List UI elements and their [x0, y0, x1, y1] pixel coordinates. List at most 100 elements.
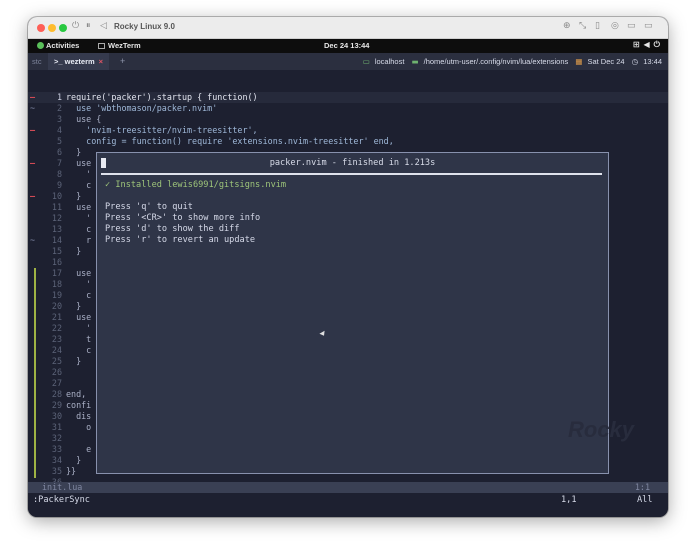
line-number: 35 — [51, 466, 62, 476]
prompt-icon: >_ — [54, 57, 65, 66]
line-number: 33 — [51, 444, 62, 454]
code-text: use — [66, 202, 92, 212]
code-text: } — [66, 356, 82, 366]
close-tab-icon[interactable]: × — [99, 57, 103, 66]
line-number: 7 — [56, 158, 62, 168]
line-number: 1 — [56, 92, 62, 102]
code-text: require('packer').startup { function() — [66, 92, 258, 102]
status-date: Sat Dec 24 — [587, 57, 625, 66]
tab-label: wezterm — [64, 57, 95, 66]
code-line[interactable]: – 4 'nvim-treesitter/nvim-treesitter', — [28, 125, 668, 136]
command-text: :PackerSync — [33, 495, 90, 505]
app-icon — [98, 43, 105, 49]
mouse-pointer-icon — [319, 330, 327, 338]
line-number: 12 — [51, 213, 62, 223]
statusline-position: 1:1 — [634, 482, 650, 492]
system-tray[interactable]: ⊞ ◀ ⏻ — [629, 40, 660, 50]
volume-icon: ◀ — [643, 40, 650, 49]
git-sign: – — [30, 191, 36, 201]
line-number: 34 — [51, 455, 62, 465]
code-text: config = function() require 'extensions.… — [66, 136, 394, 146]
line-number: 8 — [56, 169, 62, 179]
close-window-button[interactable] — [37, 24, 45, 32]
code-line[interactable]: ~2 use 'wbthomason/packer.nvim' — [28, 103, 668, 114]
terminal-tab-bar: stc >_ wezterm × + ▭ localhost ▬ /home/utm-… — [28, 53, 668, 70]
folder-icon: ▬ — [411, 57, 419, 66]
code-text: use — [66, 268, 92, 278]
network-icon: ⊞ — [632, 40, 640, 49]
vm-title: Rocky Linux 9.0 — [114, 22, 175, 31]
vim-statusline: init.lua 1:1 — [28, 482, 668, 493]
code-text: ' — [66, 279, 92, 289]
back-icon[interactable]: ◁ — [100, 21, 107, 31]
gnome-topbar: Activities WezTerm Dec 24 13:44 ⊞ ◀ ⏻ — [28, 39, 668, 53]
line-number: 24 — [51, 345, 62, 355]
activities-label: Activities — [46, 41, 80, 50]
new-tab-button[interactable]: + — [120, 56, 125, 66]
git-sign: ~ — [30, 235, 36, 245]
tab-wezterm[interactable]: >_ wezterm × — [48, 53, 110, 70]
packer-window[interactable]: packer.nvim - finished in 1.213s ✓ Insta… — [96, 152, 609, 474]
vim-cmdline[interactable]: :PackerSync 1,1 All — [28, 493, 668, 517]
code-text: c — [66, 224, 92, 234]
zoom-window-button[interactable] — [59, 24, 67, 32]
code-text: ' — [66, 213, 92, 223]
display-icon[interactable]: ⊕ — [563, 21, 571, 31]
line-number: 31 — [51, 422, 62, 432]
pause-icon[interactable]: ⏸ — [86, 21, 91, 31]
title-divider — [101, 173, 602, 175]
code-text: } — [66, 147, 82, 157]
rocky-watermark: Rocky — [568, 417, 635, 442]
line-number: 4 — [56, 125, 62, 135]
power-icon[interactable]: ⏻ — [72, 21, 79, 31]
line-number: 19 — [51, 290, 62, 300]
line-number: 5 — [56, 136, 62, 146]
minimize-window-button[interactable] — [48, 24, 56, 32]
code-text: t — [66, 334, 92, 344]
line-number: 32 — [51, 433, 62, 443]
code-text: ' — [66, 323, 92, 333]
app-menu[interactable]: WezTerm — [98, 41, 141, 50]
ruler-position: 1,1 — [561, 495, 577, 505]
tab-prefix: stc — [32, 57, 42, 66]
rocky-logo-icon — [37, 42, 44, 49]
line-number: 14 — [51, 235, 62, 245]
calendar-icon: ▦ — [575, 57, 583, 66]
code-line[interactable]: 5 config = function() require 'extension… — [28, 136, 668, 147]
status-host: localhost — [374, 57, 405, 66]
code-text: } — [66, 246, 82, 256]
line-number: 30 — [51, 411, 62, 421]
resize-icon[interactable]: ⤡ — [579, 21, 586, 31]
code-text: ' — [66, 169, 92, 179]
code-text: confi — [66, 400, 92, 410]
code-line[interactable]: – 1 require('packer').startup { function() — [28, 92, 668, 103]
code-line[interactable]: 3 use { — [28, 114, 668, 125]
code-text: c — [66, 290, 92, 300]
help-diff: Press 'd' to show the diff — [105, 224, 240, 234]
statusline-filename: init.lua — [42, 482, 83, 492]
clipboard-icon[interactable]: ▭ — [627, 21, 636, 31]
line-number: 11 — [51, 202, 62, 212]
clock[interactable]: Dec 24 13:44 — [324, 41, 369, 50]
code-text: use — [66, 312, 92, 322]
git-sign: – — [30, 125, 36, 135]
git-sign: ~ — [30, 103, 36, 113]
activities-button[interactable]: Activities — [37, 41, 79, 50]
code-text: dis — [66, 411, 92, 421]
line-number: 10 — [51, 191, 62, 201]
terminal-status: ▭ localhost ▬ /home/utm-user/.config/nvim/… — [358, 57, 662, 66]
code-text: end, — [66, 389, 87, 399]
code-text: 'nvim-treesitter/nvim-treesitter', — [66, 125, 258, 135]
code-text: e — [66, 444, 92, 454]
share-icon[interactable]: ◎ — [611, 21, 619, 31]
line-number: 22 — [51, 323, 62, 333]
status-path: /home/utm-user/.config/nvim/lua/extensio… — [423, 57, 569, 66]
code-text: c — [66, 180, 92, 190]
window-icon[interactable]: ▭ — [644, 21, 653, 31]
code-text: } — [66, 455, 82, 465]
line-number: 29 — [51, 400, 62, 410]
code-text: r — [66, 235, 92, 245]
line-number: 20 — [51, 301, 62, 311]
usb-icon[interactable]: ▯ — [595, 21, 600, 31]
clock-icon: ◷ — [631, 57, 639, 66]
